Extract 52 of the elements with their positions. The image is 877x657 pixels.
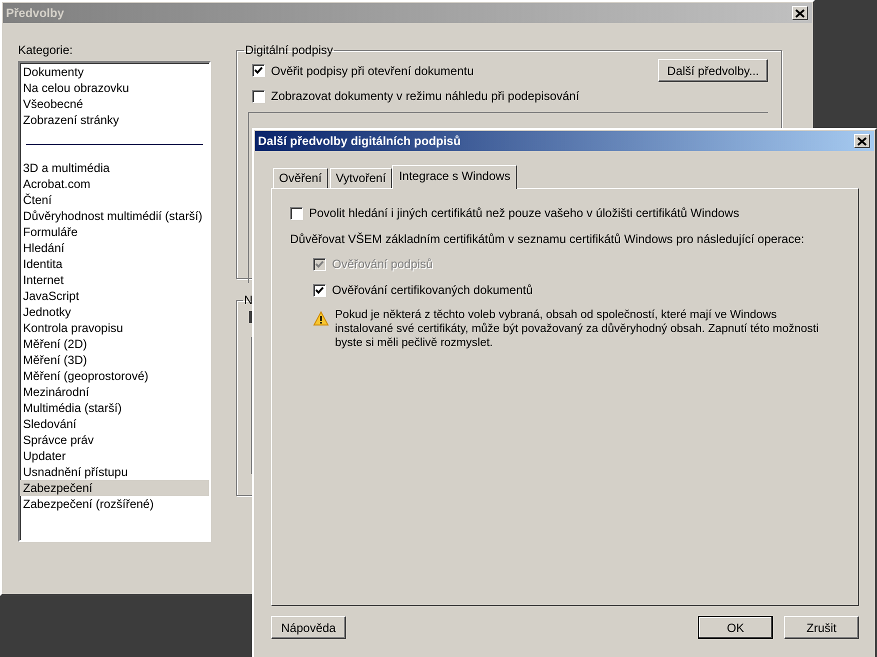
control-edge bbox=[249, 311, 252, 323]
category-item[interactable]: JavaScript bbox=[20, 288, 209, 304]
checkbox[interactable] bbox=[290, 206, 303, 220]
checkbox-label: Ověřování podpisů bbox=[332, 257, 433, 271]
checkbox-label: Ověřit podpisy při otevření dokumentu bbox=[271, 64, 474, 78]
more-preferences-button[interactable]: Další předvolby... bbox=[658, 59, 768, 82]
category-item[interactable]: Čtení bbox=[20, 192, 209, 208]
category-item[interactable]: Důvěryhodnost multimédií (starší) bbox=[20, 208, 209, 224]
category-item[interactable]: Identita bbox=[20, 256, 209, 272]
category-item[interactable]: Správce práv bbox=[20, 432, 209, 448]
tab[interactable]: Integrace s Windows bbox=[392, 165, 518, 189]
dialog-button[interactable]: Nápověda bbox=[271, 616, 346, 639]
checkbox[interactable] bbox=[252, 64, 265, 77]
category-item[interactable]: Všeobecné bbox=[20, 96, 209, 112]
dialog-title: Další předvolby digitálních podpisů bbox=[258, 134, 461, 148]
category-item[interactable]: Multimédia (starší) bbox=[20, 400, 209, 416]
tab[interactable]: Vytvoření bbox=[330, 168, 392, 188]
category-item[interactable]: Sledování bbox=[20, 416, 209, 432]
category-item[interactable]: Usnadnění přístupu bbox=[20, 464, 209, 480]
tab[interactable]: Ověření bbox=[273, 168, 328, 188]
category-item[interactable]: Updater bbox=[20, 448, 209, 464]
checkbox-label: Zobrazovat dokumenty v režimu náhledu při podepisování bbox=[271, 89, 580, 103]
warning-icon bbox=[313, 311, 329, 326]
checkbox-label: Povolit hledání i jiných certifikátů než pouze vašeho v úložišti certifikátů Windows bbox=[309, 206, 740, 220]
category-item[interactable]: Měření (3D) bbox=[20, 352, 209, 368]
category-item[interactable]: Mezinárodní bbox=[20, 384, 209, 400]
dialog-button[interactable]: OK bbox=[698, 616, 773, 639]
checkbox-label: Ověřování certifikovaných dokumentů bbox=[332, 283, 533, 297]
close-button[interactable] bbox=[854, 134, 870, 148]
group-title: Digitální podpisy bbox=[244, 43, 334, 57]
warning-text: Pokud je některá z těchto voleb vybraná, obsah od společností, které mají ve Windows instalované své certifikáty, může být považovaný za důvěryhodný obsah. Zapnutí této možnosti byste si měli pečlivě rozmyslet. bbox=[335, 308, 820, 350]
category-item[interactable]: Měření (geoprostorové) bbox=[20, 368, 209, 384]
category-item[interactable]: Dokumenty bbox=[20, 64, 209, 80]
category-item[interactable]: Internet bbox=[20, 272, 209, 288]
category-item[interactable]: Zabezpečení (rozšířené) bbox=[20, 496, 209, 512]
category-item[interactable]: Měření (2D) bbox=[20, 336, 209, 352]
checkbox[interactable] bbox=[313, 284, 326, 296]
category-item[interactable]: Na celou obrazovku bbox=[20, 80, 209, 96]
category-item[interactable]: Acrobat.com bbox=[20, 176, 209, 192]
category-item[interactable]: Kontrola pravopisu bbox=[20, 320, 209, 336]
checkbox[interactable] bbox=[252, 90, 265, 102]
category-item[interactable]: Zobrazení stránky bbox=[20, 112, 209, 128]
window-title: Předvolby bbox=[6, 6, 64, 20]
trust-label: Důvěřovat VŠEM základním certifikátům v seznamu certifikátů Windows pro následující operace: bbox=[290, 232, 806, 246]
dialog-button[interactable]: Zrušit bbox=[784, 616, 859, 639]
category-label: Kategorie: bbox=[18, 43, 74, 59]
group-title: N bbox=[243, 293, 254, 307]
category-item[interactable]: Hledání bbox=[20, 240, 209, 256]
category-item[interactable]: Jednotky bbox=[20, 304, 209, 320]
category-item[interactable]: Zabezpečení bbox=[20, 480, 209, 496]
category-item[interactable]: 3D a multimédia bbox=[20, 160, 209, 176]
category-item[interactable]: Formuláře bbox=[20, 224, 209, 240]
